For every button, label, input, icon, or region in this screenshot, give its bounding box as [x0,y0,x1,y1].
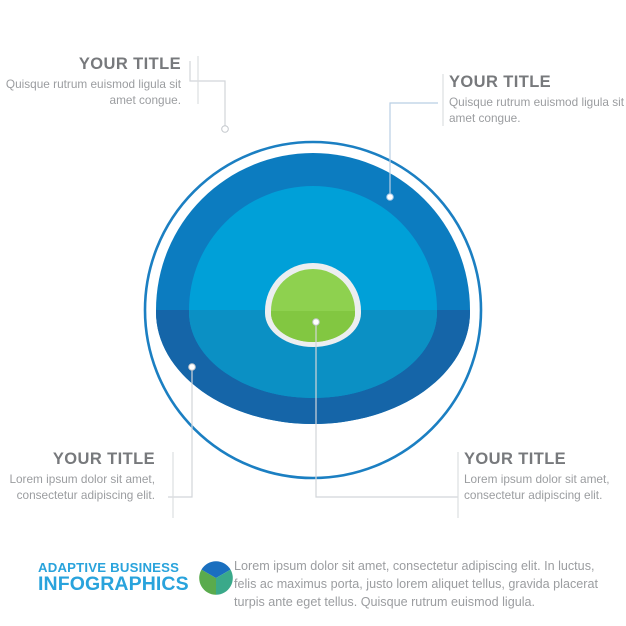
brand-logo[interactable]: ADAPTIVE BUSINESS INFOGRAPHICS [38,560,234,596]
connector-top-left [189,56,229,133]
callout-top-right-body: Quisque rutrum euismod ligula sit amet c… [449,94,625,125]
callout-bottom-right-title: YOUR TITLE [464,450,567,468]
callout-bottom-left-body: Lorem ipsum dolor sit amet, consectetur … [9,471,155,502]
callout-top-left-body: Quisque rutrum euismod ligula sit amet c… [5,76,181,107]
callout-top-left-title: YOUR TITLE [78,55,181,73]
callout-bottom-right[interactable]: YOUR TITLE Lorem ipsum dolor sit amet, c… [464,450,626,503]
footer: ADAPTIVE BUSINESS INFOGRAPHICS Lorem ips… [0,552,626,614]
callout-top-left[interactable]: YOUR TITLE Quisque rutrum euismod ligula… [0,55,181,108]
infographic-page: YOUR TITLE Quisque rutrum euismod ligula… [0,0,626,626]
connector-bottom-left [168,363,196,518]
three-segment-sphere-logo-icon [198,561,233,595]
brand-line-2: INFOGRAPHICS [38,573,189,596]
callout-bottom-right-body: Lorem ipsum dolor sit amet, consectetur … [464,471,610,502]
callout-top-right[interactable]: YOUR TITLE Quisque rutrum euismod ligula… [449,73,626,126]
callout-bottom-left[interactable]: YOUR TITLE Lorem ipsum dolor sit amet, c… [0,450,155,503]
footer-description: Lorem ipsum dolor sit amet, consectetur … [234,559,598,609]
brand-wordmark: ADAPTIVE BUSINESS INFOGRAPHICS [38,561,189,595]
callout-top-right-title: YOUR TITLE [449,73,552,91]
callout-bottom-left-title: YOUR TITLE [52,450,155,468]
